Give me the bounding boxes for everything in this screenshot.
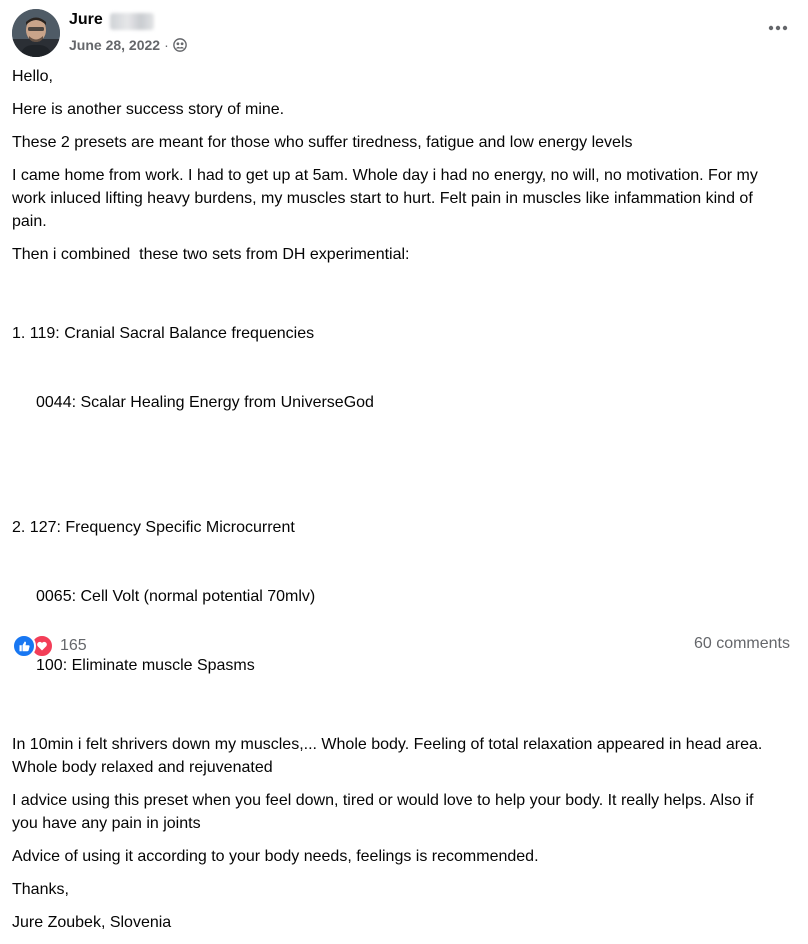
reaction-count[interactable]: 165 [60,637,87,655]
like-reaction-icon [12,634,36,658]
preset-list-1: 1. 119: Cranial Sacral Balance frequenci… [12,276,782,460]
post-paragraph: I advice using this preset when you feel… [12,792,758,832]
author-name[interactable]: Jure [69,11,103,29]
list-item-main: 2. 127: Frequency Specific Microcurrent [12,519,295,536]
post-paragraph: Then i combined these two sets from DH e… [12,246,410,263]
avatar-photo [12,9,60,57]
post-date[interactable]: June 28, 2022 [69,37,160,53]
post-paragraph: These 2 presets are meant for those who … [12,134,633,151]
post-paragraph: Thanks, [12,881,69,898]
preset-list-2: 2. 127: Frequency Specific Microcurrent … [12,470,782,723]
post-header: Jure June 28, 2022 · [12,8,796,58]
post-paragraph: Here is another success story of mine. [12,101,285,118]
post-paragraph: Hello, [12,68,53,85]
post-body: Hello, Here is another success story of … [12,65,782,944]
more-options-button[interactable] [764,18,792,38]
post-paragraph: Advice of using it according to your bod… [12,848,539,865]
list-item-main: 1. 119: Cranial Sacral Balance frequenci… [12,325,315,342]
post-paragraph: In 10min i felt shrivers down my muscles… [12,736,767,776]
list-item-sub: 0044: Scalar Healing Energy from Univers… [36,394,374,411]
post-signature: Jure Zoubek, Slovenia [12,914,172,931]
post-footer: 165 60 comments [12,632,790,658]
more-options-icon [768,25,788,31]
meta-separator: · [164,37,169,53]
author-avatar[interactable] [12,9,60,57]
list-item-sub: 0065: Cell Volt (normal potential 70mlv) [36,588,316,605]
post-paragraph: I came home from work. I had to get up a… [12,167,763,230]
friends-icon[interactable] [172,38,187,55]
reactions-summary[interactable]: 165 [12,634,87,658]
redacted-surname [110,13,154,30]
post-meta: June 28, 2022 · [69,37,187,55]
post-card: Jure June 28, 2022 · Hello, Here is anoth… [0,0,808,931]
comments-count-link[interactable]: 60 comments [694,635,790,653]
